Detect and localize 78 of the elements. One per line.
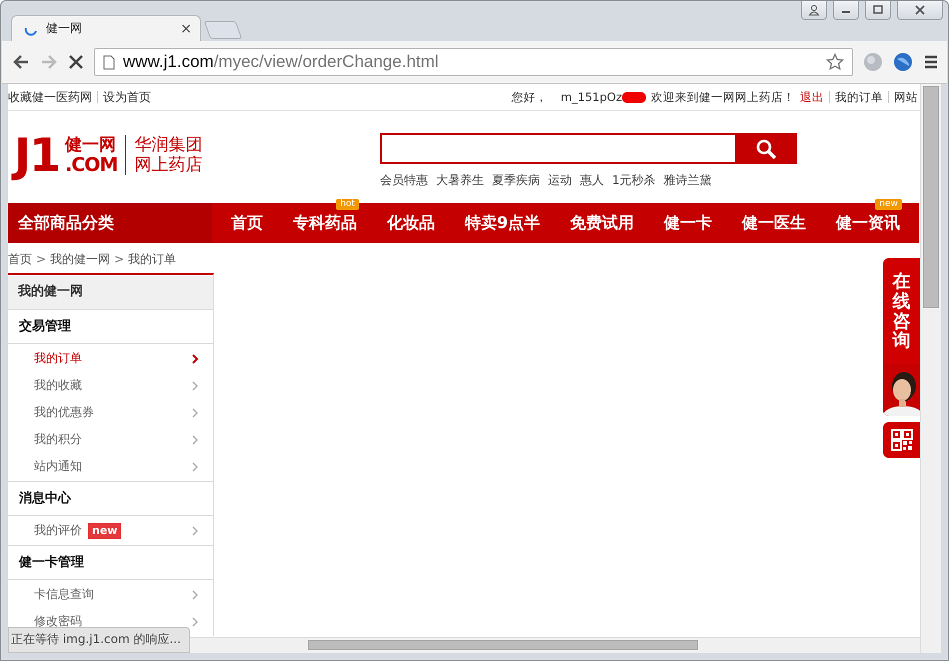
star-icon[interactable] bbox=[826, 53, 844, 71]
breadcrumb-separator: > bbox=[114, 252, 124, 266]
logo-store: 网上药店 bbox=[134, 155, 202, 176]
hot-word-link[interactable]: 大暑养生 bbox=[436, 172, 484, 189]
hot-word-link[interactable]: 雅诗兰黛 bbox=[664, 172, 712, 189]
new-badge: new bbox=[88, 522, 122, 538]
nav-badge: new bbox=[875, 199, 902, 210]
logo-mark[interactable]: J1 bbox=[8, 130, 64, 181]
hot-word-link[interactable]: 运动 bbox=[548, 172, 572, 189]
hot-word-link[interactable]: 惠人 bbox=[580, 172, 604, 189]
nav-link[interactable]: 特卖9点半 bbox=[464, 213, 540, 233]
horizontal-scrollbar-thumb[interactable] bbox=[308, 640, 698, 650]
hot-word-link[interactable]: 夏季疾病 bbox=[492, 172, 540, 189]
sidebar-title: 我的健一网 bbox=[8, 275, 213, 309]
logo-name: 健一网 bbox=[65, 135, 118, 156]
sidebar-section-title: 健一卡管理 bbox=[8, 545, 213, 580]
tab-title: 健一网 bbox=[46, 20, 83, 37]
sidebar-item[interactable]: 我的积分 bbox=[34, 431, 82, 448]
sidebar-item[interactable]: 我的优惠券 bbox=[34, 404, 94, 421]
qr-code-button[interactable] bbox=[883, 422, 920, 458]
logo-domain: .COM bbox=[65, 155, 118, 176]
nav-link[interactable]: 首页 bbox=[230, 213, 263, 233]
nav-badge: hot bbox=[336, 199, 359, 210]
breadcrumb-link[interactable]: 我的健一网 bbox=[50, 250, 110, 268]
sidebar-item[interactable]: 站内通知 bbox=[34, 458, 82, 475]
vertical-scrollbar-thumb[interactable] bbox=[923, 86, 939, 308]
sidebar-item[interactable]: 我的评价 bbox=[34, 522, 82, 539]
qr-code-icon bbox=[890, 429, 912, 451]
top-link[interactable]: 网站 bbox=[894, 90, 918, 104]
search-button[interactable] bbox=[735, 133, 797, 164]
minimize-button[interactable] bbox=[833, 1, 859, 20]
breadcrumb-link[interactable]: 首页 bbox=[8, 250, 32, 268]
address-bar[interactable]: www.j1.com/myec/view/orderChange.html bbox=[94, 48, 853, 76]
breadcrumb-separator: > bbox=[36, 252, 46, 266]
sidebar-section-title: 消息中心 bbox=[8, 481, 213, 516]
logo-group: 华润集团 bbox=[134, 135, 202, 156]
logout-link[interactable]: 退出 bbox=[800, 90, 824, 104]
nav-link[interactable]: 健一资讯 bbox=[836, 213, 900, 233]
welcome-text: 欢迎来到健一网网上药店！ bbox=[651, 90, 795, 104]
sidebar-item[interactable]: 我的收藏 bbox=[34, 377, 82, 394]
nav-link[interactable]: 健一卡 bbox=[664, 213, 712, 233]
online-consult-button[interactable]: 在线咨询 bbox=[883, 258, 920, 416]
category-menu[interactable]: 全部商品分类 bbox=[8, 203, 212, 243]
close-button[interactable] bbox=[897, 1, 943, 20]
back-icon[interactable] bbox=[12, 54, 30, 70]
page-icon bbox=[103, 54, 115, 70]
nav-link[interactable]: 专科药品 bbox=[292, 213, 357, 233]
profile-button[interactable] bbox=[801, 1, 827, 20]
nav-link[interactable]: 健一医生 bbox=[742, 213, 806, 233]
redaction-mark bbox=[622, 92, 646, 102]
person-icon bbox=[808, 4, 820, 16]
sidebar-item[interactable]: 我的订单 bbox=[34, 350, 82, 367]
stop-icon[interactable] bbox=[68, 54, 84, 70]
menu-icon[interactable] bbox=[923, 55, 939, 69]
globe-icon[interactable] bbox=[893, 52, 913, 72]
nav-link[interactable]: 免费试用 bbox=[570, 213, 634, 233]
sidebar-section-title: 交易管理 bbox=[8, 309, 213, 344]
chevron-right-icon[interactable] bbox=[192, 354, 199, 364]
maximize-icon bbox=[873, 5, 883, 15]
nav-link[interactable]: 化妆品 bbox=[386, 213, 435, 233]
hot-word-link[interactable]: 会员特惠 bbox=[380, 172, 428, 189]
maximize-button[interactable] bbox=[865, 1, 891, 20]
status-bubble: 正在等待 img.j1.com 的响应... bbox=[8, 627, 190, 653]
greeting-text: 您好， bbox=[512, 90, 548, 104]
search-field[interactable] bbox=[380, 133, 735, 164]
top-link[interactable]: 收藏健一医药网 bbox=[8, 88, 92, 106]
search-icon bbox=[755, 138, 777, 160]
browser-tab[interactable]: 健一网 × bbox=[11, 15, 201, 41]
hot-word-link[interactable]: 1元秒杀 bbox=[612, 172, 656, 189]
sidebar-item[interactable]: 卡信息查询 bbox=[34, 586, 94, 603]
tab-close-button[interactable]: × bbox=[180, 22, 192, 36]
top-link[interactable]: 我的订单 bbox=[835, 90, 883, 104]
close-icon bbox=[915, 5, 925, 15]
top-link[interactable]: 设为首页 bbox=[103, 88, 151, 106]
breadcrumb-link[interactable]: 我的订单 bbox=[128, 250, 176, 268]
username-text: m_151pOz bbox=[560, 90, 622, 104]
url-text: www.j1.com/myec/view/orderChange.html bbox=[123, 52, 440, 72]
sidebar-item[interactable]: 修改密码 bbox=[34, 613, 82, 630]
